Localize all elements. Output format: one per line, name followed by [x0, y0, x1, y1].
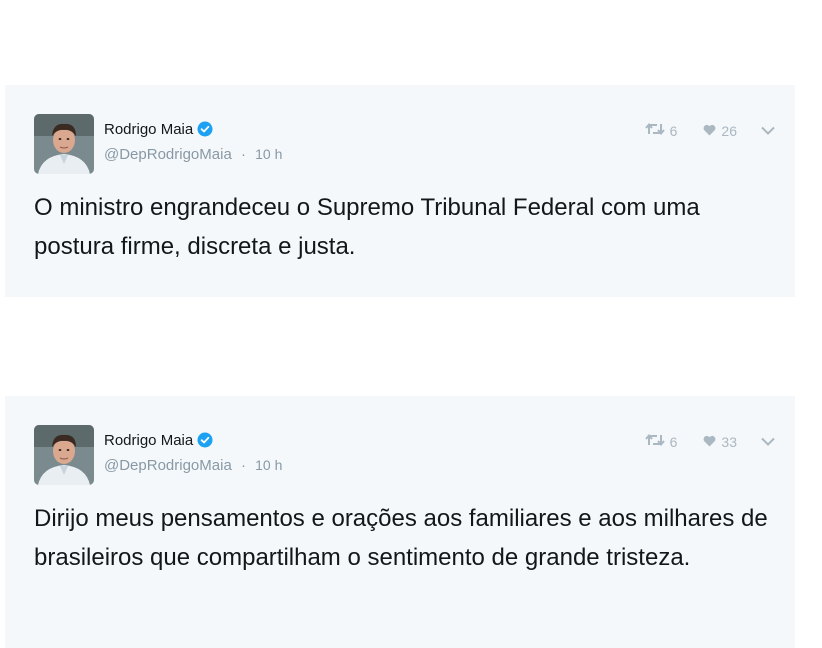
retweet-count: 6: [669, 122, 678, 139]
like-button[interactable]: 33: [703, 434, 737, 450]
heart-icon: [703, 434, 716, 450]
meta-separator: ·: [240, 457, 246, 474]
avatar[interactable]: [34, 114, 94, 174]
tweet-text: O ministro engrandeceu o Supremo Tribuna…: [34, 194, 700, 260]
like-button[interactable]: 26: [703, 123, 737, 139]
tweet-meta: @DepRodrigoMaia · 10 h: [104, 146, 282, 163]
retweet-icon: [644, 433, 665, 450]
heart-icon: [703, 123, 716, 139]
author-name[interactable]: Rodrigo Maia: [104, 121, 193, 138]
verified-badge-icon: [197, 432, 213, 448]
avatar[interactable]: [34, 425, 94, 485]
chevron-down-icon[interactable]: [761, 126, 775, 135]
author-handle[interactable]: @DepRodrigoMaia: [104, 146, 232, 163]
verified-badge-icon: [197, 121, 213, 137]
retweet-button[interactable]: 6: [644, 433, 678, 450]
tweet-card[interactable]: Rodrigo Maia @DepRodrigoMaia · 10 h 6: [5, 85, 795, 297]
retweet-button[interactable]: 6: [644, 122, 678, 139]
tweet-actions: 6 33: [644, 433, 775, 450]
retweet-icon: [644, 122, 665, 139]
author-handle[interactable]: @DepRodrigoMaia: [104, 457, 232, 474]
author-name[interactable]: Rodrigo Maia: [104, 432, 193, 449]
like-count: 26: [721, 122, 737, 139]
chevron-down-icon[interactable]: [761, 437, 775, 446]
meta-separator: ·: [240, 146, 246, 163]
tweet-timestamp[interactable]: 10 h: [255, 146, 282, 162]
tweet-actions: 6 26: [644, 122, 775, 139]
tweet-timestamp[interactable]: 10 h: [255, 457, 282, 473]
tweet-text: Dirijo meus pensamentos e orações aos fa…: [34, 505, 768, 571]
retweet-count: 6: [669, 433, 678, 450]
like-count: 33: [721, 433, 737, 450]
tweet-card[interactable]: Rodrigo Maia @DepRodrigoMaia · 10 h 6: [5, 396, 795, 648]
tweet-meta: @DepRodrigoMaia · 10 h: [104, 457, 282, 474]
